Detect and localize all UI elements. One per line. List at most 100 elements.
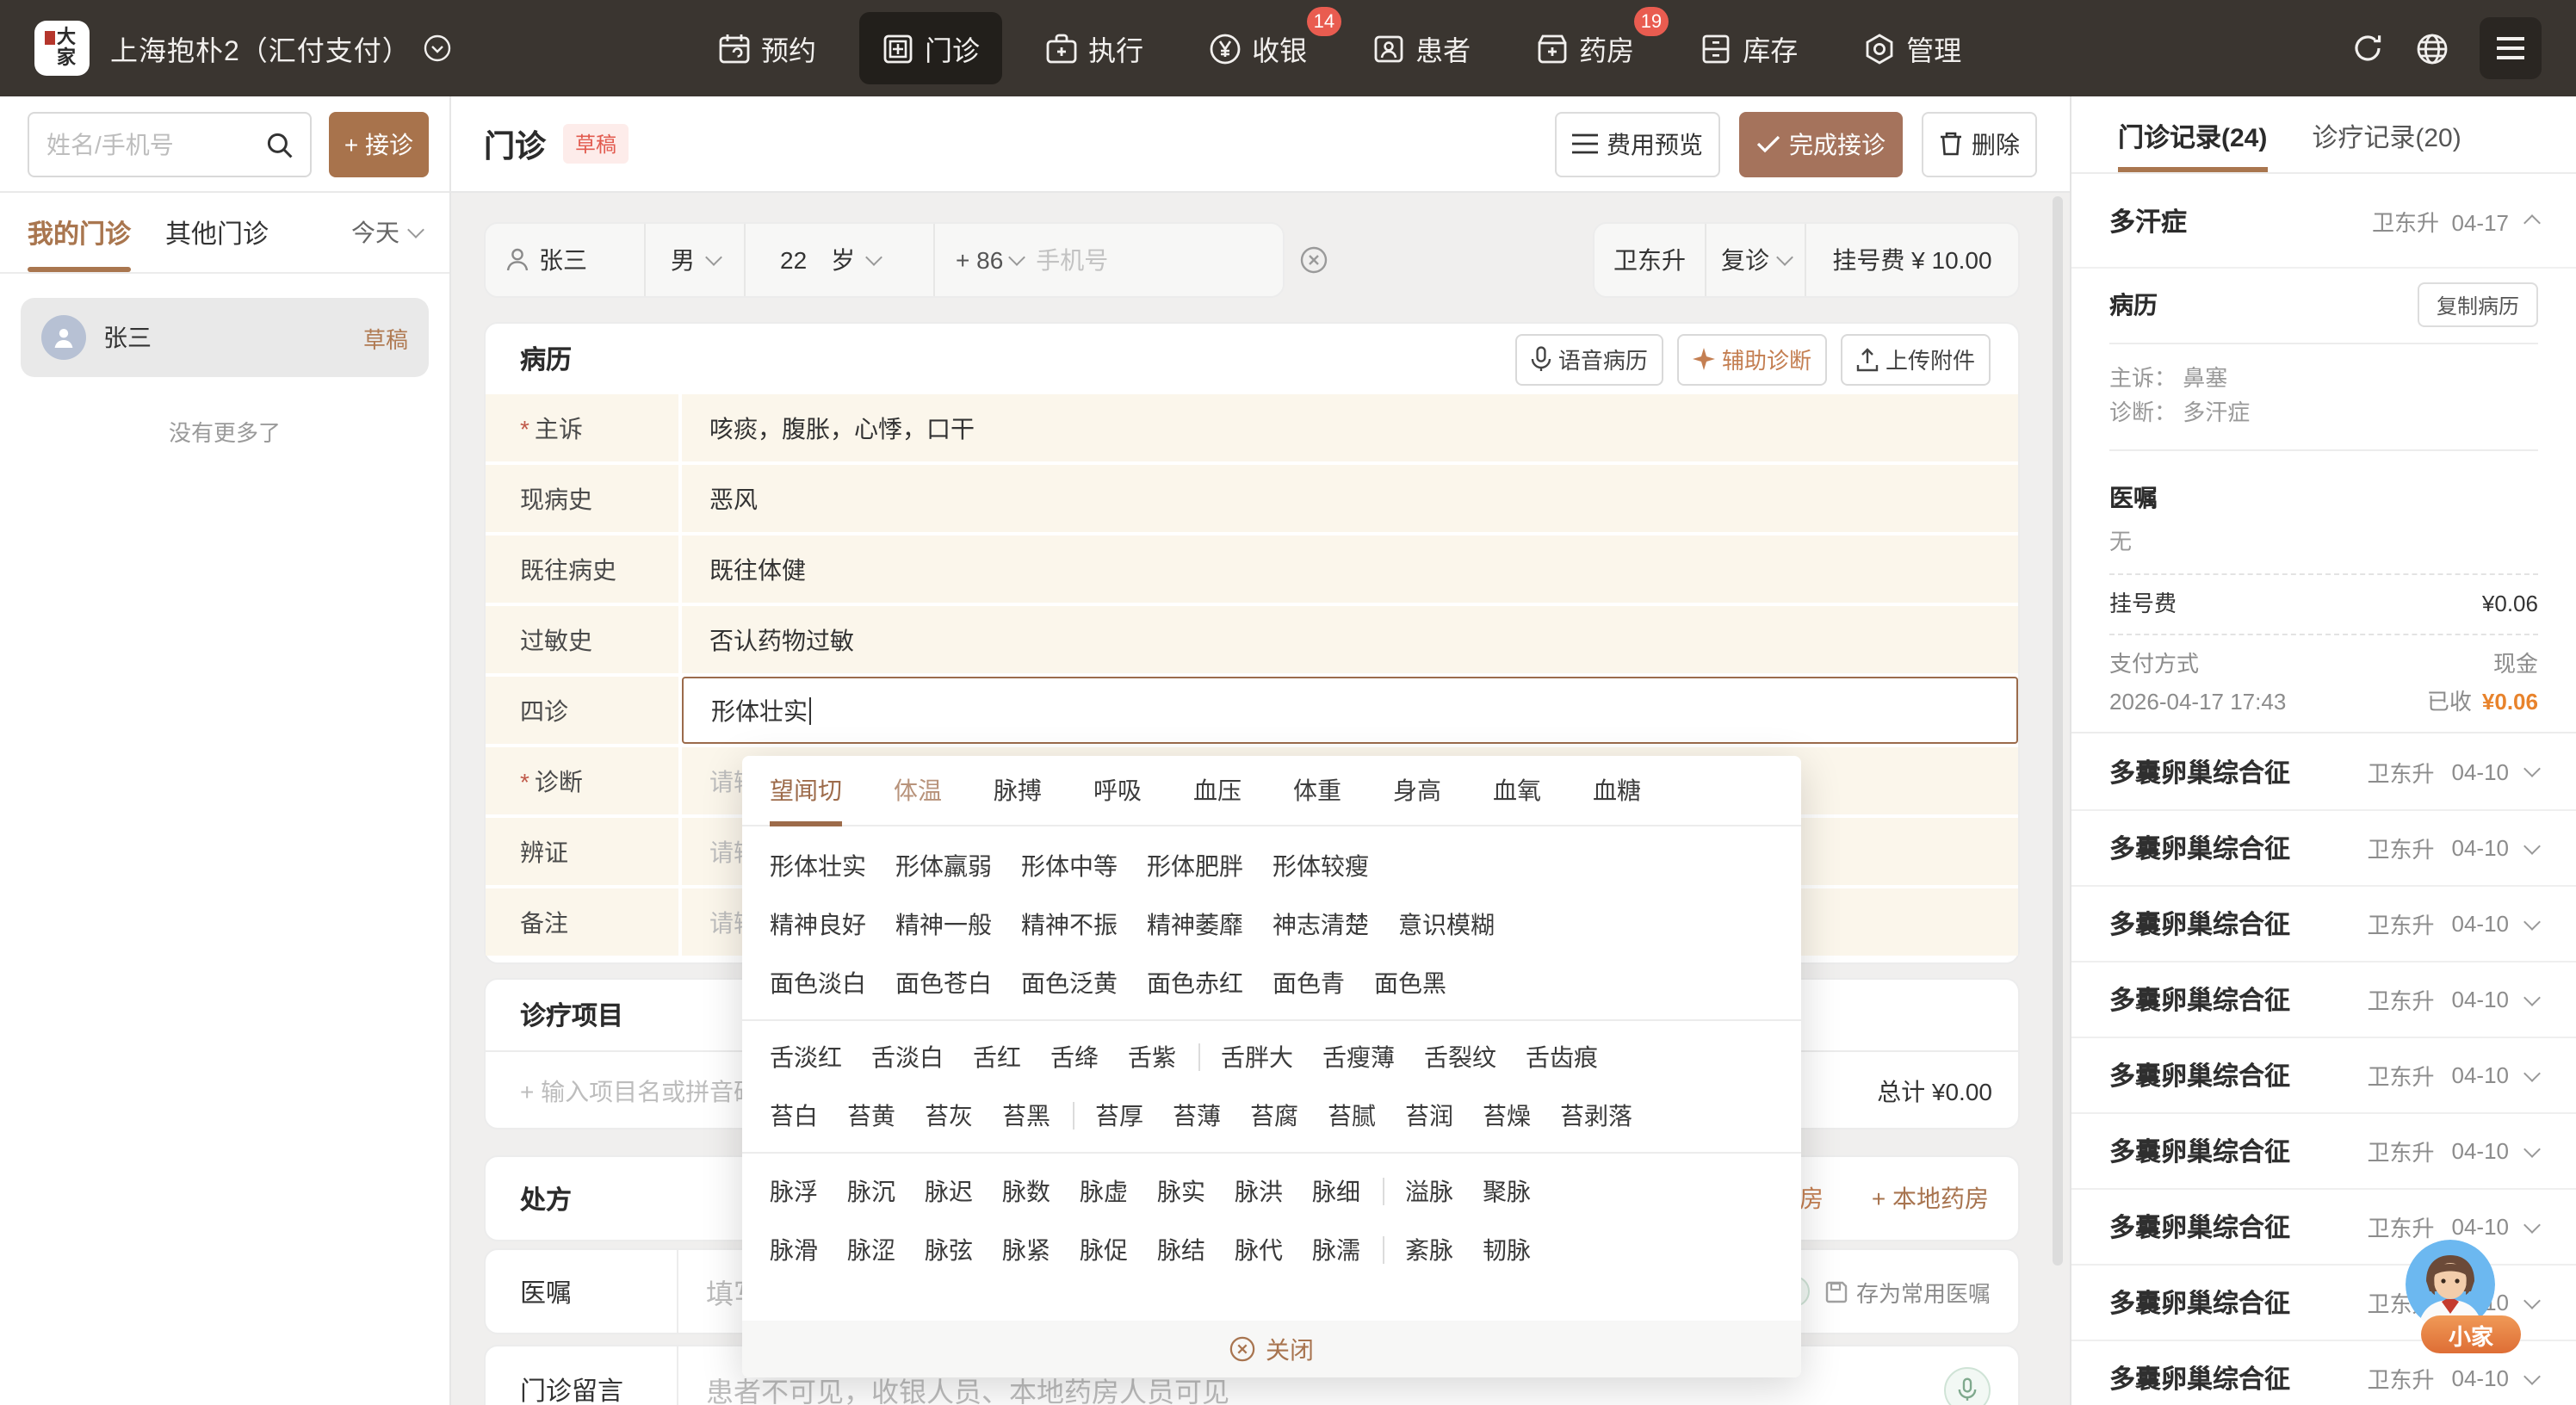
popup-option[interactable]: 脉沉 (847, 1174, 895, 1209)
popup-option[interactable]: 脉滑 (770, 1233, 818, 1267)
refresh-icon[interactable] (2350, 31, 2385, 65)
popup-option[interactable]: 面色青 (1273, 966, 1345, 1000)
voice-record-button[interactable]: 语音病历 (1514, 333, 1663, 385)
new-visit-button[interactable]: + 接诊 (329, 111, 429, 176)
history-record-row[interactable]: 多囊卵巢综合征 卫东升04-10 (2071, 1037, 2576, 1112)
nav-item-admin[interactable]: 管理 (1841, 12, 1984, 84)
popup-option[interactable]: 苔白 (770, 1099, 818, 1133)
popup-option[interactable]: 脉数 (1002, 1174, 1050, 1209)
popup-close-button[interactable]: 关闭 (742, 1321, 1801, 1377)
phone-field[interactable]: + 86 手机号 (935, 224, 1283, 296)
nav-item-outpatient[interactable]: 门诊 (859, 12, 1003, 84)
copy-record-button[interactable]: 复制病历 (2417, 282, 2538, 327)
popup-tab-2[interactable]: 脉搏 (994, 756, 1042, 825)
popup-option[interactable]: 苔黑 (1002, 1099, 1050, 1133)
popup-option[interactable]: 神志清楚 (1273, 907, 1369, 942)
nav-item-pharmacy[interactable]: 药房 19 (1514, 7, 1669, 84)
history-tab-0[interactable]: 门诊记录(24) (2118, 119, 2267, 172)
nav-item-inventory[interactable]: 库存 (1677, 12, 1820, 84)
gender-select[interactable]: 男 (646, 224, 746, 296)
popup-option[interactable]: 意识模糊 (1398, 907, 1495, 942)
popup-option[interactable]: 精神一般 (895, 907, 992, 942)
popup-option[interactable]: 形体中等 (1021, 849, 1118, 883)
popup-option[interactable]: 舌齿痕 (1526, 1040, 1598, 1074)
expanded-record-header[interactable]: 多汗症 卫东升 04-17 (2071, 174, 2576, 269)
sidebar-tab-others[interactable]: 其他门诊 (165, 193, 269, 272)
popup-tab-3[interactable]: 呼吸 (1093, 756, 1142, 825)
popup-option[interactable]: 苔灰 (925, 1099, 973, 1133)
popup-tab-4[interactable]: 血压 (1193, 756, 1242, 825)
popup-option[interactable]: 脉虚 (1080, 1174, 1128, 1209)
popup-tab-0[interactable]: 望闻切 (770, 756, 842, 826)
sidebar-tab-mine[interactable]: 我的门诊 (28, 193, 132, 272)
popup-option[interactable]: 面色赤红 (1147, 966, 1243, 1000)
popup-option[interactable]: 聚脉 (1483, 1174, 1531, 1209)
popup-option[interactable]: 脉洪 (1235, 1174, 1283, 1209)
field-value[interactable]: 形体壮实 (682, 677, 2018, 744)
popup-option[interactable]: 紊脉 (1405, 1233, 1453, 1267)
field-value[interactable]: 恶风 (682, 465, 2018, 532)
popup-option[interactable]: 舌裂纹 (1424, 1040, 1496, 1074)
popup-option[interactable]: 形体壮实 (770, 849, 866, 883)
history-record-row[interactable]: 多囊卵巢综合征 卫东升04-10 (2071, 809, 2576, 885)
popup-option[interactable]: 舌瘦薄 (1322, 1040, 1395, 1074)
popup-option[interactable]: 面色泛黄 (1021, 966, 1118, 1000)
popup-option[interactable]: 舌淡白 (871, 1040, 944, 1074)
popup-option[interactable]: 形体肥胖 (1147, 849, 1243, 883)
popup-option[interactable]: 精神不振 (1021, 907, 1118, 942)
history-record-row[interactable]: 多囊卵巢综合征 卫东升04-10 (2071, 1112, 2576, 1188)
history-record-row[interactable]: 多囊卵巢综合征 卫东升04-10 (2071, 733, 2576, 809)
field-value[interactable]: 既往体健 (682, 535, 2018, 603)
save-common-advice[interactable]: 存为常用医嘱 (1825, 1275, 1991, 1308)
popup-tab-6[interactable]: 身高 (1393, 756, 1441, 825)
clinic-switch-icon[interactable] (424, 34, 452, 62)
fee-preview-button[interactable]: 费用预览 (1555, 111, 1720, 176)
popup-tab-8[interactable]: 血糖 (1593, 756, 1641, 825)
message-voice-icon[interactable] (1944, 1366, 1991, 1405)
popup-option[interactable]: 脉实 (1157, 1174, 1205, 1209)
nav-item-appointments[interactable]: 预约 (696, 12, 839, 84)
popup-option[interactable]: 苔黄 (847, 1099, 895, 1133)
popup-option[interactable]: 精神萎靡 (1147, 907, 1243, 942)
popup-tab-5[interactable]: 体重 (1293, 756, 1341, 825)
local-pharmacy-link[interactable]: + 本地药房 (1872, 1181, 1989, 1216)
popup-option[interactable]: 面色淡白 (770, 966, 866, 1000)
field-value[interactable]: 否认药物过敏 (682, 606, 2018, 673)
popup-option[interactable]: 舌淡红 (770, 1040, 842, 1074)
popup-option[interactable]: 脉代 (1235, 1233, 1283, 1267)
field-value[interactable]: 咳痰，腹胀，心悸，口干 (682, 394, 2018, 461)
popup-option[interactable]: 苔厚 (1095, 1099, 1143, 1133)
popup-option[interactable]: 脉浮 (770, 1174, 818, 1209)
popup-option[interactable]: 苔润 (1405, 1099, 1453, 1133)
search-icon[interactable] (265, 130, 294, 159)
finish-visit-button[interactable]: 完成接诊 (1739, 111, 1903, 176)
history-record-row[interactable]: 多囊卵巢综合征 卫东升04-10 (2071, 885, 2576, 961)
clear-patient-icon[interactable] (1300, 246, 1328, 274)
popup-option[interactable]: 苔剥落 (1560, 1099, 1632, 1133)
popup-option[interactable]: 脉迟 (925, 1174, 973, 1209)
popup-option[interactable]: 面色苍白 (895, 966, 992, 1000)
history-record-row[interactable]: 多囊卵巢综合征 卫东升04-10 (2071, 961, 2576, 1037)
nav-item-execute[interactable]: 执行 (1023, 12, 1166, 84)
popup-option[interactable]: 脉弦 (925, 1233, 973, 1267)
popup-tab-7[interactable]: 血氧 (1493, 756, 1541, 825)
popup-option[interactable]: 苔腐 (1250, 1099, 1298, 1133)
popup-option[interactable]: 脉濡 (1312, 1233, 1360, 1267)
popup-option[interactable]: 脉细 (1312, 1174, 1360, 1209)
date-filter[interactable]: 今天 (351, 215, 424, 250)
main-scrollbar[interactable] (2053, 196, 2063, 1266)
popup-option[interactable]: 脉涩 (847, 1233, 895, 1267)
popup-option[interactable]: 舌胖大 (1221, 1040, 1293, 1074)
popup-tab-1[interactable]: 体温 (894, 756, 942, 825)
popup-option[interactable]: 舌红 (973, 1040, 1021, 1074)
popup-option[interactable]: 苔薄 (1173, 1099, 1221, 1133)
popup-option[interactable]: 韧脉 (1483, 1233, 1531, 1267)
visit-type-select[interactable]: 复诊 (1706, 224, 1806, 296)
popup-option[interactable]: 形体羸弱 (895, 849, 992, 883)
patient-list-item[interactable]: 张三 草稿 (21, 298, 429, 377)
popup-option[interactable]: 精神良好 (770, 907, 866, 942)
popup-option[interactable]: 面色黑 (1374, 966, 1446, 1000)
popup-option[interactable]: 苔燥 (1483, 1099, 1531, 1133)
assistant-widget[interactable]: 小家 (2406, 1240, 2526, 1360)
upload-attachment-button[interactable]: 上传附件 (1840, 333, 1991, 385)
